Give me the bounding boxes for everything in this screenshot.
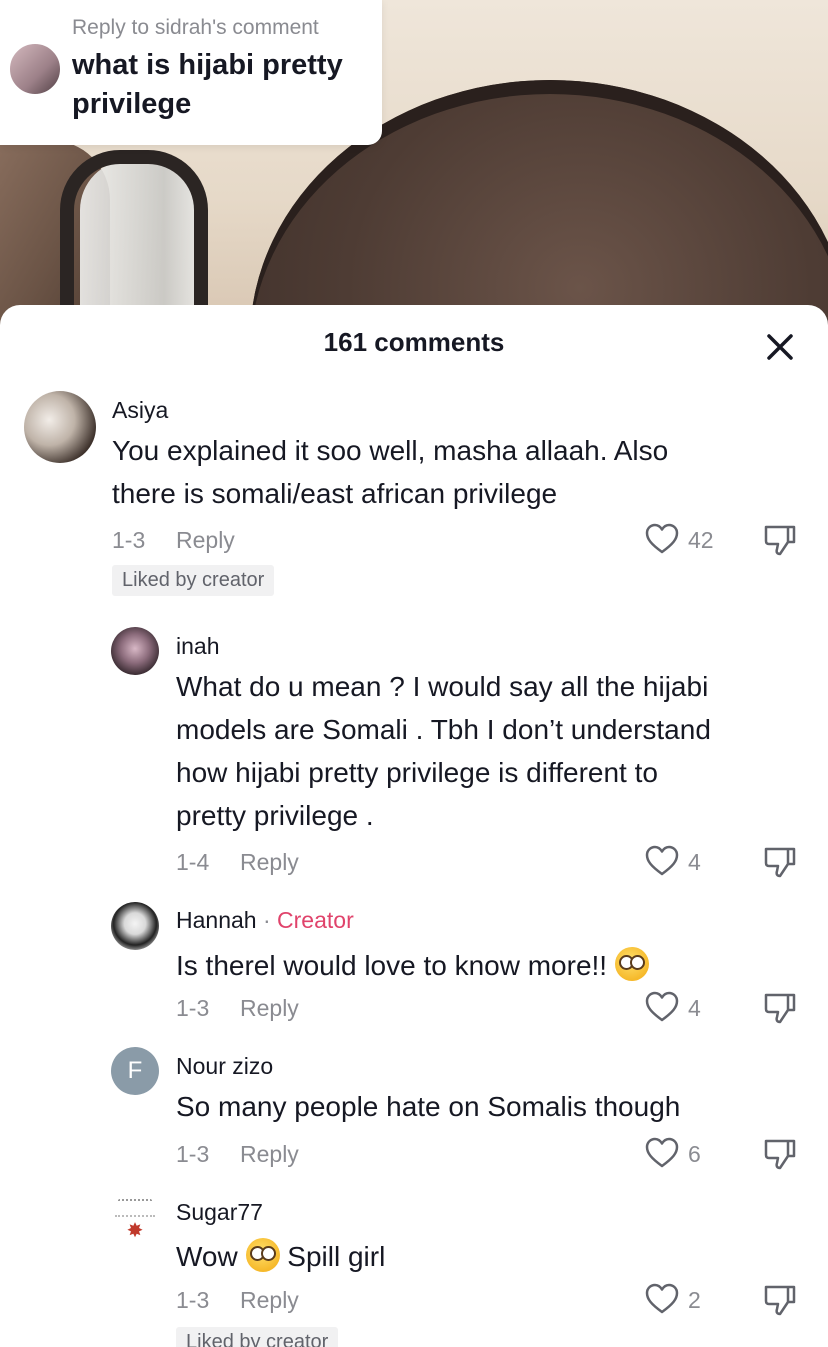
comment-text: Wow Spill girl	[176, 1235, 385, 1278]
like-count: 2	[688, 1287, 701, 1313]
reply-button[interactable]: Reply	[176, 527, 235, 554]
comment-date: 1-3	[176, 1287, 210, 1313]
reply-question: what is hijabi pretty privilege	[72, 49, 343, 120]
like-count: 4	[688, 995, 701, 1021]
comment-text: Is therel would love to know more!!	[176, 944, 649, 987]
comment-text-line: What do u mean ? I would say all the hij…	[176, 671, 709, 702]
avatar-pattern	[115, 1199, 155, 1217]
flushed-emoji-icon	[245, 1238, 280, 1272]
dislike-icon[interactable]	[763, 991, 797, 1025]
dislike-icon[interactable]	[763, 1137, 797, 1171]
avatar[interactable]	[111, 627, 159, 675]
dislike-icon[interactable]	[763, 1283, 797, 1317]
comment-text-line: there is somali/east african privilege	[112, 478, 558, 509]
avatar[interactable]: ✸	[111, 1193, 159, 1241]
comment-text-line: You explained it soo well, masha allaah.…	[112, 435, 669, 466]
comment-username-row: Hannah · Creator	[176, 907, 354, 934]
comments-sheet: 161 comments Asiya You explained it soo …	[0, 305, 828, 1347]
comments-count-title: 161 comments	[323, 327, 505, 357]
heart-icon[interactable]	[645, 523, 679, 555]
heart-icon[interactable]	[645, 991, 679, 1023]
separator-dot: ·	[262, 907, 271, 933]
liked-by-creator-badge: Liked by creator	[176, 1327, 339, 1347]
comment-text-end: Spill girl	[287, 1241, 386, 1272]
comment-username[interactable]: Sugar77	[176, 1199, 263, 1226]
heart-icon[interactable]	[645, 1283, 679, 1315]
comment-text-start: Wow	[176, 1241, 238, 1272]
reply-title: Reply to sidrah's comment	[72, 16, 319, 39]
maple-leaf-icon: ✸	[126, 1220, 144, 1241]
heart-icon[interactable]	[645, 1137, 679, 1169]
comment-text-line: models are Somali . Tbh I don’t understa…	[176, 714, 711, 745]
reply-button[interactable]: Reply	[240, 849, 299, 876]
liked-by-creator-badge: Liked by creator	[112, 565, 275, 596]
avatar[interactable]	[24, 391, 96, 463]
heart-icon[interactable]	[645, 845, 679, 877]
comment-username[interactable]: Asiya	[112, 397, 168, 424]
avatar[interactable]	[111, 902, 159, 950]
like-count: 42	[688, 527, 714, 553]
reply-button[interactable]: Reply	[240, 1287, 299, 1314]
creator-label: Creator	[277, 907, 354, 933]
like-count: 6	[688, 1141, 701, 1167]
like-count: 4	[688, 849, 701, 875]
reply-button[interactable]: Reply	[240, 1141, 299, 1168]
dislike-icon[interactable]	[763, 523, 797, 557]
comment-text-line: pretty privilege .	[176, 800, 374, 831]
video-strap	[60, 150, 208, 330]
comment-text-content: Is therel would love to know more!!	[176, 950, 608, 981]
comment-username[interactable]: Nour zizo	[176, 1053, 273, 1080]
comment-date: 1-3	[176, 1141, 210, 1167]
video-frame: Reply to sidrah's comment what is hijabi…	[0, 0, 828, 330]
comment-text-line: how hijabi pretty privilege is different…	[176, 757, 658, 788]
reply-avatar	[8, 42, 62, 96]
comment-username[interactable]: Hannah	[176, 907, 257, 933]
flushed-emoji-icon	[614, 947, 649, 981]
reply-to-comment-card: Reply to sidrah's comment what is hijabi…	[0, 0, 382, 145]
comment-text: So many people hate on Somalis though	[176, 1091, 681, 1122]
comment-date: 1-3	[112, 527, 146, 553]
reply-button[interactable]: Reply	[240, 995, 299, 1022]
close-icon[interactable]	[760, 327, 800, 367]
dislike-icon[interactable]	[763, 845, 797, 879]
comment-date: 1-3	[176, 995, 210, 1021]
comment-username[interactable]: inah	[176, 633, 219, 660]
avatar[interactable]: F	[111, 1047, 159, 1095]
comment-date: 1-4	[176, 849, 210, 875]
